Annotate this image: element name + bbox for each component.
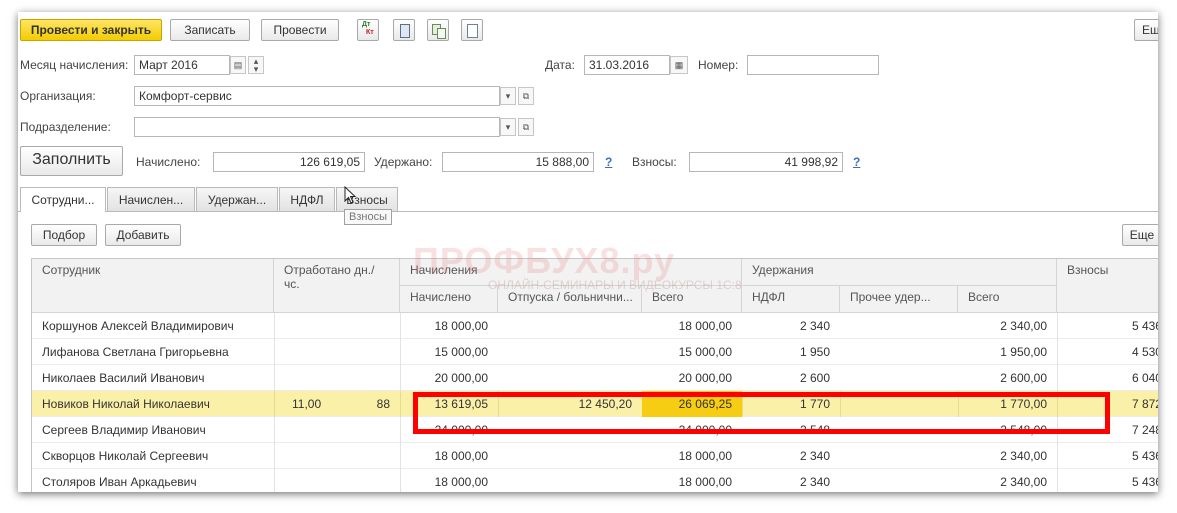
tab-accruals[interactable]: Начислен... (107, 187, 195, 211)
watermark-logo: ПРОФБУХ8.ру (413, 240, 676, 281)
highlight-frame (413, 392, 1110, 434)
accrued-total-field: 126 619,05 (213, 152, 365, 172)
mouse-cursor-icon (344, 186, 357, 204)
open-icon[interactable]: ⧉ (518, 87, 534, 105)
employee-name: Сергеев Владимир Иванович (42, 423, 206, 437)
total-accrued-cell: 18 000,00 (678, 319, 732, 333)
number-label: Номер: (698, 58, 739, 72)
add-button[interactable]: Добавить (105, 224, 181, 246)
total-withheld-cell: 2 340,00 (1000, 449, 1047, 463)
contributions-help-link[interactable]: ? (853, 155, 860, 169)
employee-name: Николаев Василий Иванович (42, 371, 205, 385)
department-field[interactable] (134, 117, 500, 137)
month-field[interactable]: Март 2016 (134, 55, 230, 75)
month-stepper[interactable]: ▴ ▾ (248, 56, 264, 74)
document-window: Провести и закрыть Записать Провести Дт … (18, 12, 1158, 492)
number-field[interactable] (747, 55, 879, 75)
tab-strip-line (18, 211, 1158, 212)
date-picker-icon[interactable]: ▦ (670, 56, 688, 74)
table-row[interactable]: Николаев Василий Иванович 20 000,00 20 0… (32, 365, 1158, 391)
contributions-cell: 6 040,0 (1131, 371, 1158, 385)
total-withheld-cell: 2 600,00 (1000, 371, 1047, 385)
worked-days-cell: 11,00 (292, 397, 322, 411)
dropdown-arrow-icon[interactable]: ▾ (500, 87, 516, 105)
ndfl-cell: 1 950 (799, 345, 830, 359)
employees-table: Сотрудник Отработано дн./ чс. Начисления… (31, 258, 1158, 492)
employee-name: Скворцов Николай Сергеевич (42, 449, 209, 463)
total-accrued-cell: 20 000,00 (678, 371, 732, 385)
post-and-close-button[interactable]: Провести и закрыть (20, 19, 162, 41)
employee-name: Лифанова Светлана Григорьевна (42, 345, 229, 359)
ndfl-cell: 2 340 (799, 475, 830, 489)
total-accrued-cell: 18 000,00 (678, 449, 732, 463)
related-documents-icon[interactable] (427, 19, 449, 41)
contributions-total-field: 41 998,92 (689, 152, 843, 172)
contributions-cell: 5 436,0 (1131, 475, 1158, 489)
header-ndfl[interactable]: НДФЛ (742, 286, 840, 313)
header-withholdings-group: Удержания (742, 259, 1057, 286)
employee-name: Столяров Иван Аркадьевич (42, 475, 197, 489)
worked-hours-cell: 88 (376, 397, 390, 411)
accrued-cell: 20 000,00 (434, 371, 488, 385)
header-contributions[interactable]: Взносы (1057, 259, 1158, 313)
header-employee[interactable]: Сотрудник (32, 259, 274, 313)
total-accrued-cell: 18 000,00 (678, 475, 732, 489)
save-button[interactable]: Записать (170, 19, 250, 41)
withheld-label: Удержано: (374, 155, 433, 169)
ndfl-cell: 2 600 (799, 371, 830, 385)
print-form-icon[interactable] (461, 19, 483, 41)
tab-withholdings[interactable]: Удержан... (196, 187, 278, 211)
table-row[interactable]: Скворцов Николай Сергеевич 18 000,00 18 … (32, 443, 1158, 469)
table-more-button[interactable]: Еще (1122, 224, 1158, 246)
contributions-cell: 5 436,0 (1131, 449, 1158, 463)
department-label: Подразделение: (20, 120, 111, 134)
header-worked[interactable]: Отработано дн./ чс. (274, 259, 400, 313)
ndfl-cell: 2 340 (799, 319, 830, 333)
table-row[interactable]: Лифанова Светлана Григорьевна 15 000,00 … (32, 339, 1158, 365)
dropdown-arrow-icon[interactable]: ▾ (500, 118, 516, 136)
organization-label: Организация: (20, 89, 96, 103)
more-actions-button[interactable]: Ещ (1134, 19, 1158, 41)
date-label: Дата: (545, 58, 575, 72)
withheld-help-link[interactable]: ? (605, 155, 612, 169)
watermark-subtitle: ОНЛАЙН-СЕМИНАРЫ И ВИДЕОКУРСЫ 1С:8 (488, 278, 742, 292)
header-total-withheld[interactable]: Всего (958, 286, 1057, 313)
post-button[interactable]: Провести (261, 19, 339, 41)
contributions-cell: 5 436,0 (1131, 319, 1158, 333)
calendar-icon[interactable]: ▤ (230, 56, 246, 74)
tab-employees[interactable]: Сотрудни... (20, 187, 106, 212)
contributions-cell: 4 530,0 (1131, 345, 1158, 359)
total-accrued-cell: 15 000,00 (678, 345, 732, 359)
accrued-cell: 15 000,00 (434, 345, 488, 359)
ndfl-cell: 2 340 (799, 449, 830, 463)
organization-field[interactable]: Комфорт-сервис (134, 86, 500, 106)
dt-kt-icon[interactable]: Дт Кт (357, 19, 379, 41)
tab-ndfl[interactable]: НДФЛ (279, 187, 335, 211)
withheld-total-field: 15 888,00 (442, 152, 594, 172)
header-other-withholdings[interactable]: Прочее удер... (840, 286, 958, 313)
total-withheld-cell: 2 340,00 (1000, 475, 1047, 489)
employee-name: Коршунов Алексей Владимирович (42, 319, 234, 333)
accrued-cell: 18 000,00 (434, 475, 488, 489)
date-field[interactable]: 31.03.2016 (584, 55, 670, 75)
table-row[interactable]: Коршунов Алексей Владимирович 18 000,00 … (32, 313, 1158, 339)
open-icon[interactable]: ⧉ (518, 118, 534, 136)
contributions-label: Взносы: (632, 155, 677, 169)
header-accrued[interactable]: Начислено (400, 286, 498, 313)
total-withheld-cell: 1 950,00 (1000, 345, 1047, 359)
total-withheld-cell: 2 340,00 (1000, 319, 1047, 333)
accrued-cell: 18 000,00 (434, 449, 488, 463)
fill-button[interactable]: Заполнить (20, 146, 123, 176)
table-row[interactable]: Столяров Иван Аркадьевич 18 000,00 18 00… (32, 469, 1158, 492)
employee-name: Новиков Николай Николаевич (42, 397, 210, 411)
accrued-cell: 18 000,00 (434, 319, 488, 333)
pick-button[interactable]: Подбор (31, 224, 97, 246)
tab-tooltip: Взносы (344, 209, 392, 225)
accrued-label: Начислено: (136, 155, 201, 169)
month-label: Месяц начисления: (20, 58, 129, 72)
journal-icon[interactable] (393, 19, 415, 41)
